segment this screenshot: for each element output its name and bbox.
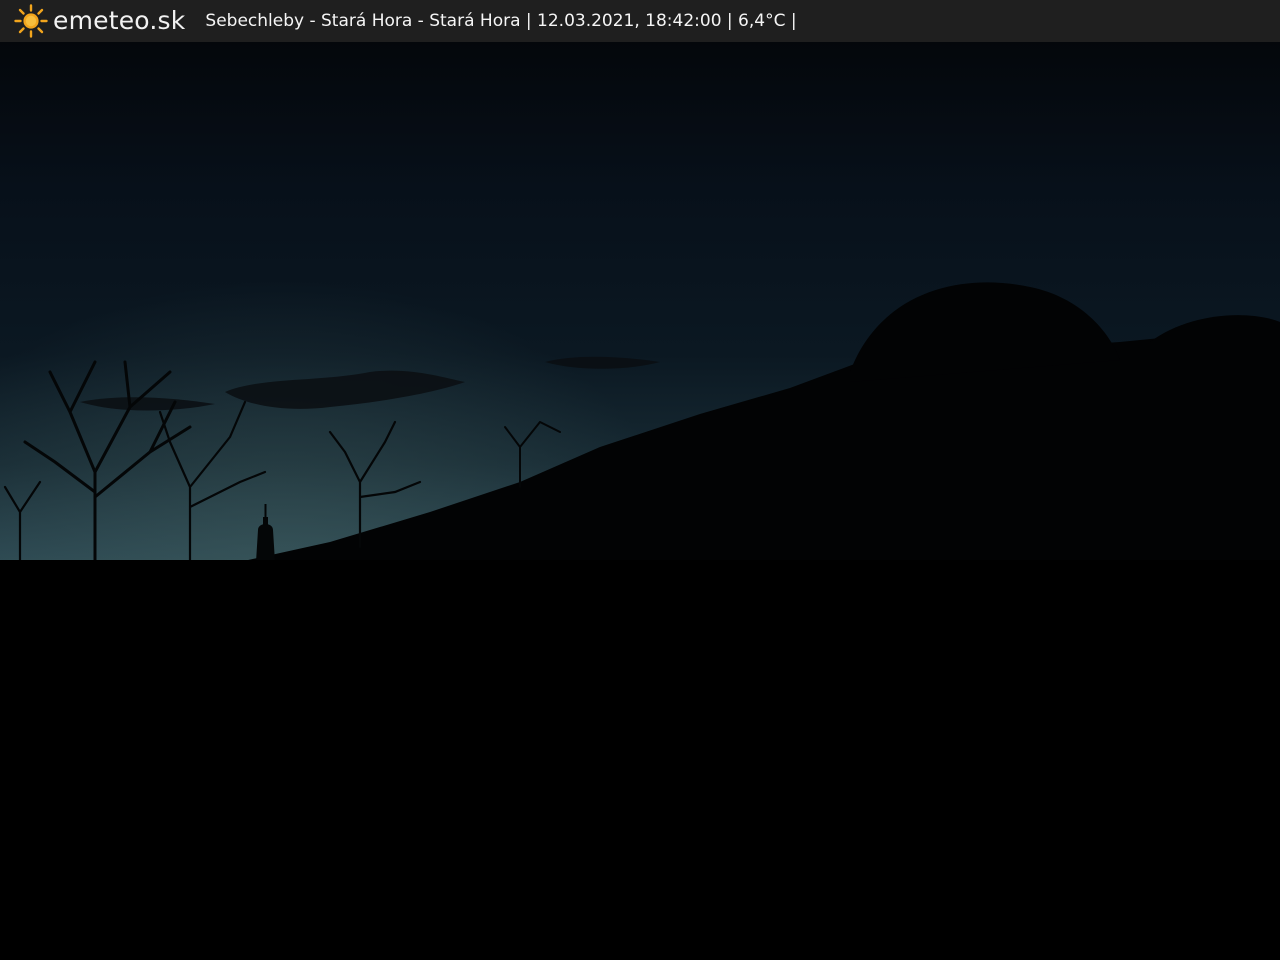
webcam-image [0,42,1280,960]
sun-icon [14,4,48,38]
header-bar: emeteo.sk Sebechleby - Stará Hora - Star… [0,0,1280,42]
webcam-frame: emeteo.sk Sebechleby - Stará Hora - Star… [0,0,1280,960]
foreground [0,560,1280,960]
brand-name[interactable]: emeteo.sk [53,0,185,42]
camera-caption: Sebechleby - Stará Hora - Stará Hora | 1… [205,11,797,31]
brand[interactable]: emeteo.sk [14,0,185,42]
